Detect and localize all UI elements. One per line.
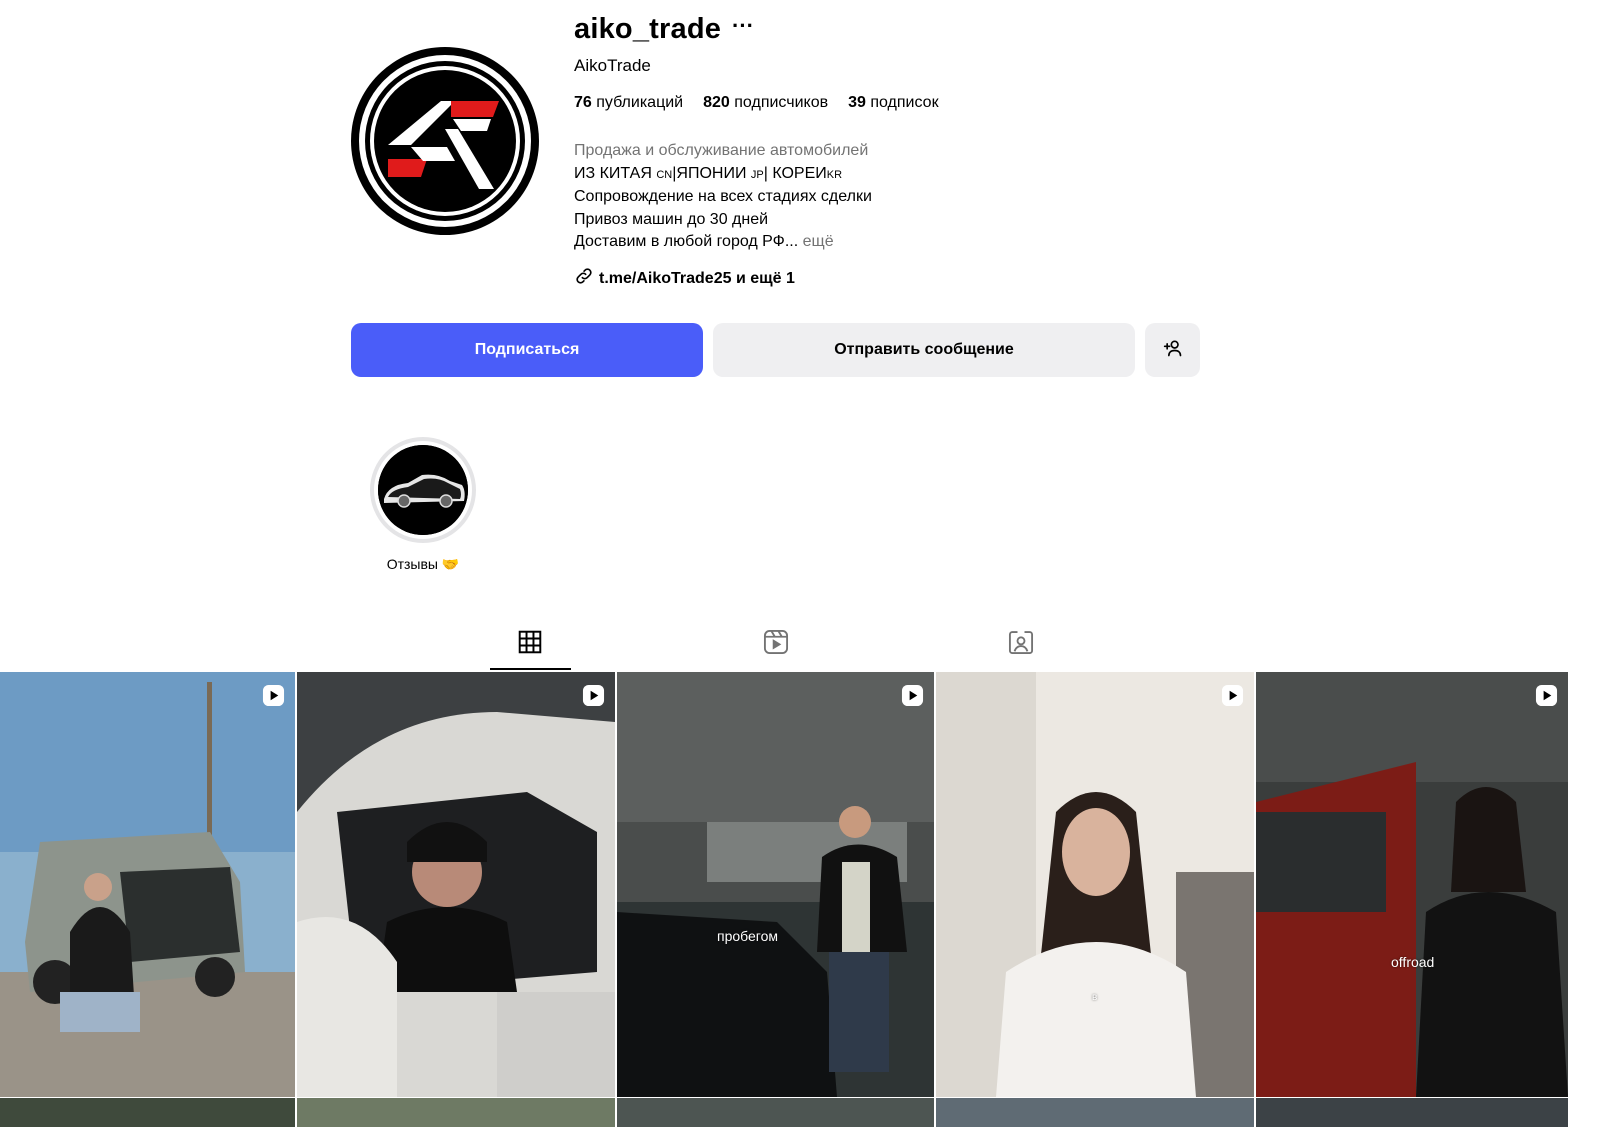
post-thumbnail[interactable]: [936, 1098, 1254, 1127]
follow-button[interactable]: Подписаться: [351, 323, 703, 377]
reel-badge-icon: [1535, 684, 1558, 707]
post-thumbnail[interactable]: в: [936, 672, 1254, 1097]
stat-posts: 76 публикаций: [574, 94, 684, 111]
tab-reels[interactable]: [756, 627, 796, 661]
bio-line: Привоз машин до 30 дней: [574, 210, 769, 228]
highlight-ring: [374, 441, 472, 539]
post-thumbnail[interactable]: [297, 1098, 615, 1127]
bio-more-link[interactable]: ещё: [803, 233, 834, 250]
post-thumbnail[interactable]: [297, 672, 615, 1097]
tab-posts[interactable]: [510, 627, 550, 661]
post-overlay-text: в: [1092, 992, 1098, 1003]
profile-link[interactable]: t.me/AikoTrade25 и ещё 1: [574, 266, 795, 291]
post-thumbnail[interactable]: offroad: [1256, 672, 1568, 1097]
profile-username: aiko_trade: [574, 13, 722, 45]
post-image: [617, 672, 934, 1097]
send-message-button[interactable]: Отправить сообщение: [713, 323, 1135, 377]
reel-badge-icon: [262, 684, 285, 707]
post-image: [936, 672, 1254, 1097]
post-overlay-text: пробегом: [717, 928, 779, 944]
bio-line: Доставим в любой город РФ... ещё: [574, 233, 834, 250]
post-thumbnail[interactable]: [0, 1098, 295, 1127]
tagged-icon: [1007, 628, 1035, 661]
reel-badge-icon: [1221, 684, 1244, 707]
grid-icon: [517, 629, 543, 660]
link-icon: [574, 266, 594, 291]
active-tab-indicator: [490, 668, 571, 670]
post-image: [0, 672, 295, 1097]
tab-tagged[interactable]: [1001, 627, 1041, 661]
highlight-label: Отзывы 🤝: [386, 556, 460, 572]
post-thumbnail[interactable]: [617, 1098, 934, 1127]
post-image: [297, 672, 615, 1097]
suggest-users-button[interactable]: [1145, 323, 1200, 377]
profile-full-name: AikoTrade: [574, 56, 651, 75]
person-add-icon: [1163, 338, 1183, 363]
post-image: [1256, 672, 1568, 1097]
bio-line: Сопровождение на всех стадиях сделки: [574, 188, 872, 205]
more-options-button[interactable]: ···: [732, 15, 754, 37]
stat-followers[interactable]: 820 подписчиков: [703, 94, 828, 112]
post-overlay-text: offroad: [1391, 954, 1435, 970]
bio-line: ИЗ КИТАЯ CN|ЯПОНИИ JP| КОРЕИKR: [574, 164, 843, 182]
reel-badge-icon: [901, 684, 924, 707]
profile-stats: 76 публикаций 820 подписчиков 39 подписо…: [574, 94, 939, 112]
story-highlight[interactable]: [370, 437, 476, 543]
profile-category: Продажа и обслуживание автомобилей: [574, 142, 869, 159]
profile-avatar[interactable]: [351, 47, 539, 235]
stat-following[interactable]: 39 подписок: [848, 94, 938, 112]
reel-badge-icon: [582, 684, 605, 707]
highlight-cover: [378, 445, 468, 535]
post-thumbnail[interactable]: пробегом: [617, 672, 934, 1097]
post-thumbnail[interactable]: [1256, 1098, 1568, 1127]
reels-icon: [762, 628, 790, 661]
profile-link-text[interactable]: t.me/AikoTrade25 и ещё 1: [599, 270, 795, 288]
profile-bio: Продажа и обслуживание автомобилей ИЗ КИ…: [574, 140, 872, 254]
post-thumbnail[interactable]: [0, 672, 295, 1097]
